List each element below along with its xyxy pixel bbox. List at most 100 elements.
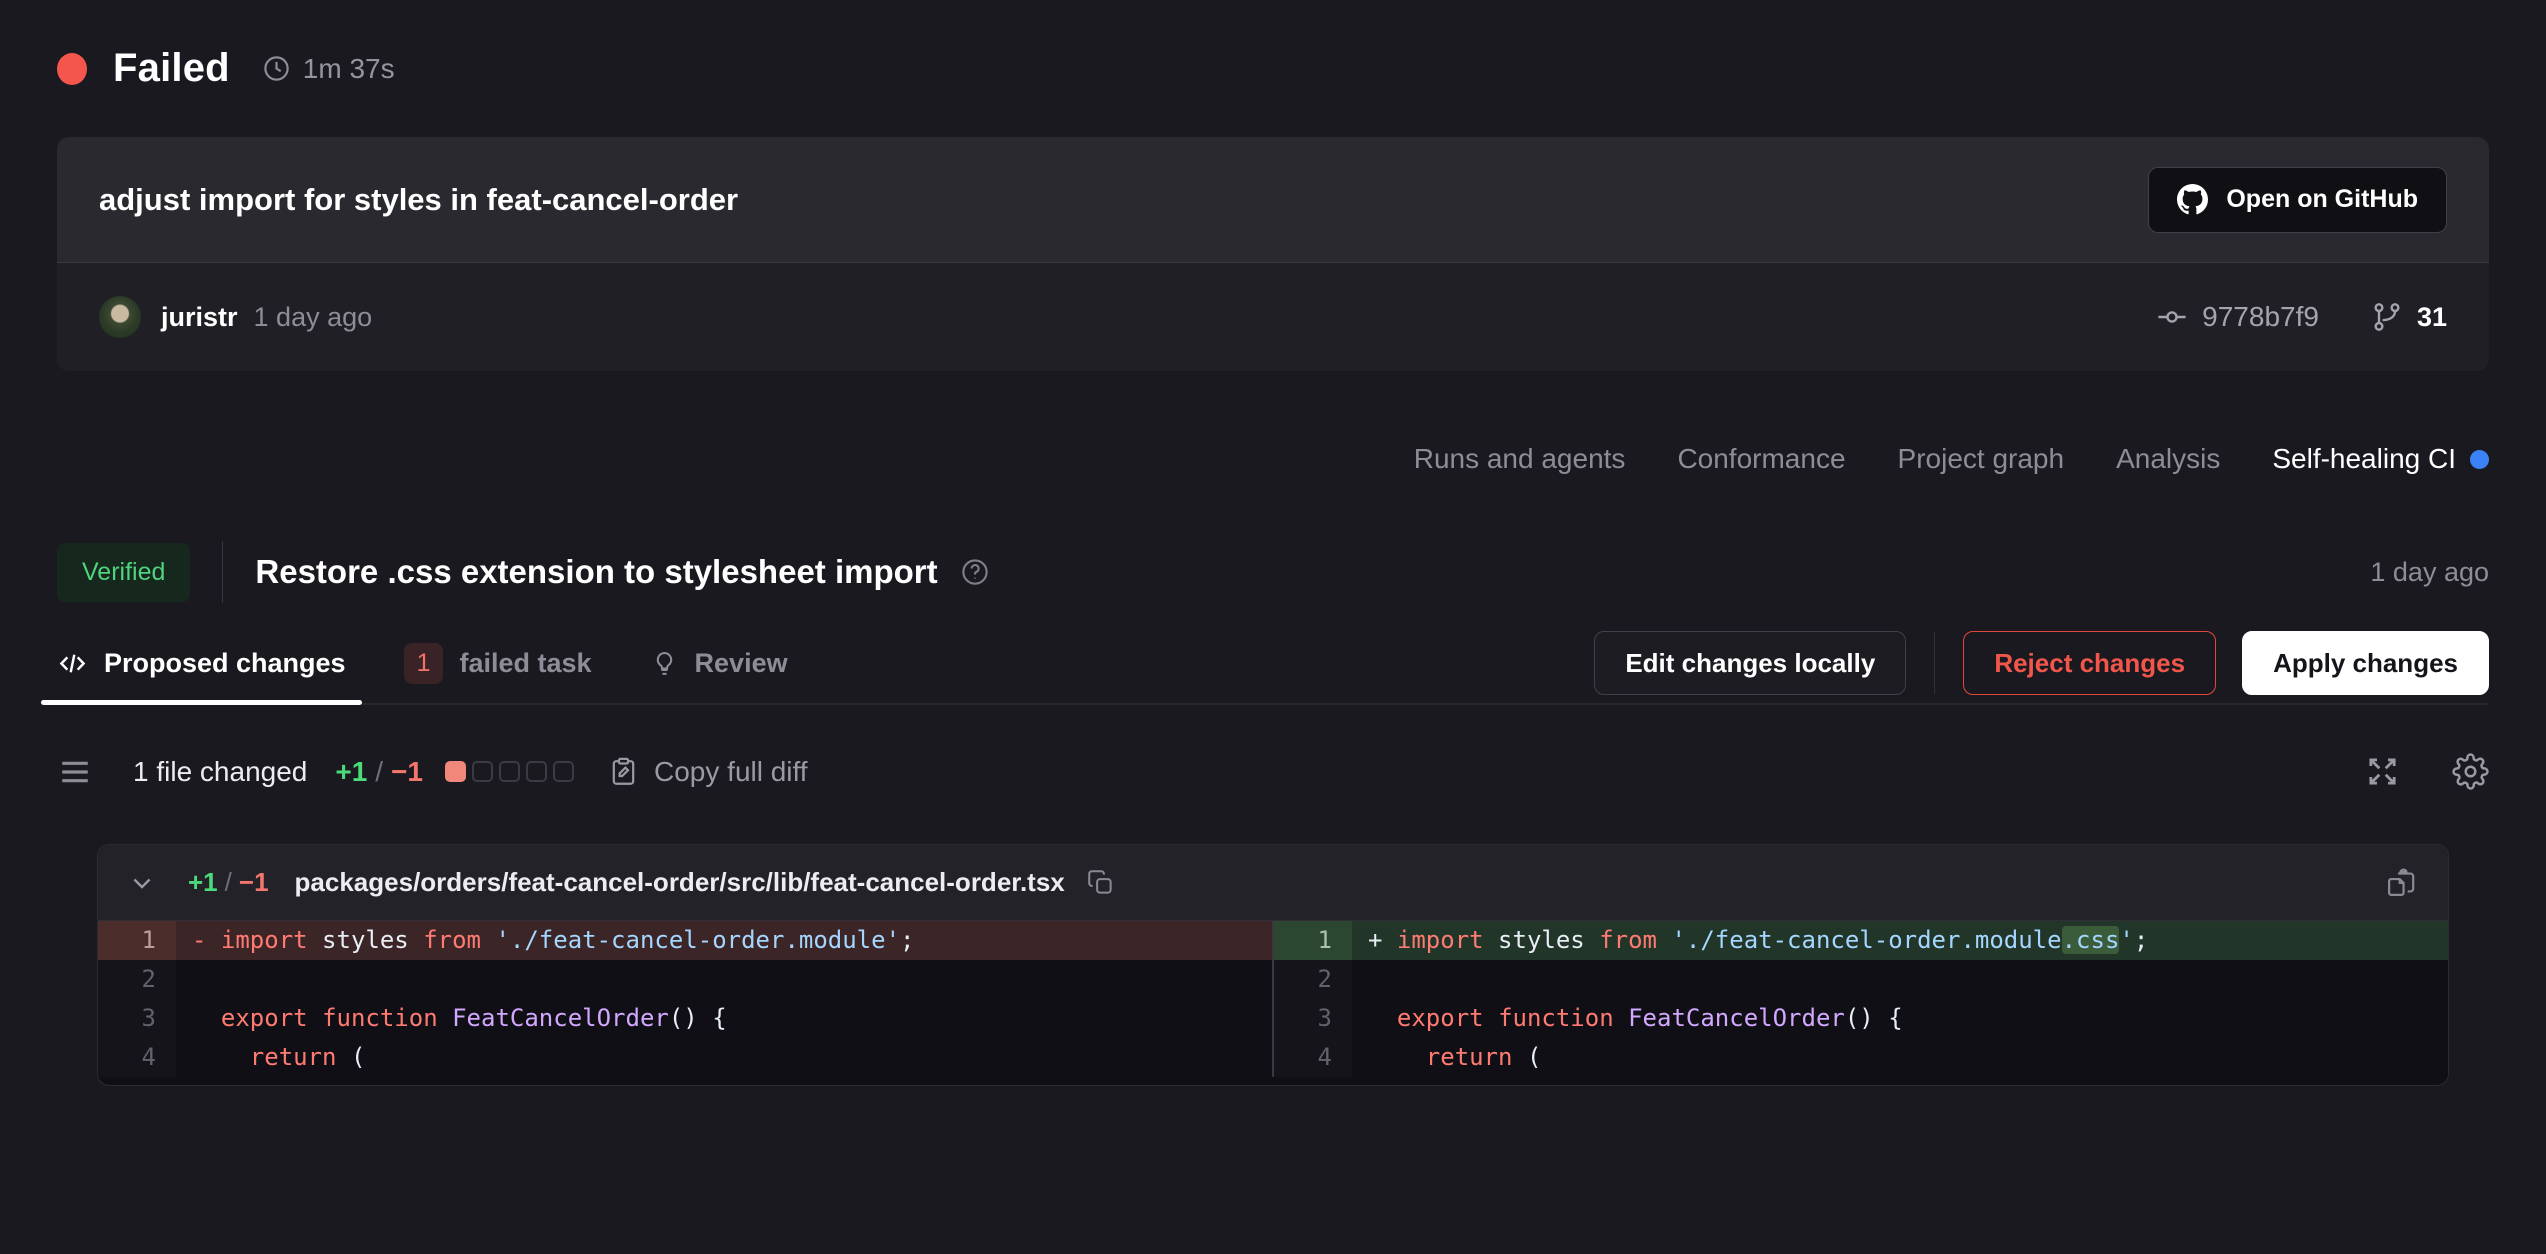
fix-row: Verified Restore .css extension to style… <box>57 541 2489 603</box>
verified-badge: Verified <box>57 543 190 602</box>
expand-icon[interactable] <box>2365 754 2400 789</box>
tabs: Proposed changes 1 failed task Review <box>57 623 788 703</box>
diff-file-header: +1 / −1 packages/orders/feat-cancel-orde… <box>98 845 2448 921</box>
code-line-right-1: 1+ import styles from './feat-cancel-ord… <box>1274 921 2448 960</box>
author-name: juristr <box>161 302 238 333</box>
code-text: return ( <box>176 1038 1272 1077</box>
lightbulb-icon <box>650 649 679 678</box>
action-buttons: Edit changes locally Reject changes Appl… <box>1594 631 2489 695</box>
notification-dot <box>2470 450 2489 469</box>
nav-item-conformance[interactable]: Conformance <box>1677 443 1845 475</box>
line-number: 4 <box>1274 1038 1352 1077</box>
commit-title: adjust import for styles in feat-cancel-… <box>99 182 738 218</box>
diff-panel: +1 / −1 packages/orders/feat-cancel-orde… <box>97 844 2449 1086</box>
diff-stat-squares <box>445 761 574 782</box>
code-text: return ( <box>1352 1038 2448 1077</box>
code-line-right-3: 3 export function FeatCancelOrder() { <box>1274 999 2448 1038</box>
code-line-left-2: 2 <box>98 960 1272 999</box>
run-duration: 1m 37s <box>303 53 395 85</box>
code-line-right-4: 4 return ( <box>1274 1038 2448 1077</box>
code-text: export function FeatCancelOrder() { <box>1352 999 2448 1038</box>
diff-toolbar: 1 file changed +1 / −1 Copy full diff <box>57 753 2489 790</box>
line-number: 2 <box>98 960 176 999</box>
clock-icon <box>262 54 291 83</box>
tab-proposed-changes-label: Proposed changes <box>104 648 346 679</box>
status-label: Failed <box>113 46 230 91</box>
stat-square-filled <box>445 761 466 782</box>
code-text: + import styles from './feat-cancel-orde… <box>1352 921 2448 960</box>
git-branch-icon <box>2371 301 2403 333</box>
page: Failed 1m 37s adjust import for styles i… <box>0 0 2546 1254</box>
tab-review-label: Review <box>695 648 788 679</box>
code-line-left-3: 3 export function FeatCancelOrder() { <box>98 999 1272 1038</box>
branch-count-group[interactable]: 31 <box>2371 301 2447 333</box>
diff-pane-right: 1+ import styles from './feat-cancel-ord… <box>1274 921 2448 1077</box>
button-divider <box>1934 632 1935 694</box>
copy-full-diff-label: Copy full diff <box>654 756 808 788</box>
github-button-label: Open on GitHub <box>2226 185 2418 214</box>
additions-count: +1 <box>335 756 367 788</box>
code-text <box>1352 960 2448 999</box>
tab-failed-task-label: failed task <box>459 648 591 679</box>
clipboard-icon <box>608 756 639 787</box>
apply-changes-button[interactable]: Apply changes <box>2242 631 2489 695</box>
chevron-down-icon[interactable] <box>128 869 156 897</box>
vertical-divider <box>222 541 223 603</box>
code-line-left-1: 1- import styles from './feat-cancel-ord… <box>98 921 1272 960</box>
stat-square-empty <box>553 761 574 782</box>
file-list-menu-icon[interactable] <box>57 754 93 790</box>
line-number: 1 <box>1274 921 1352 960</box>
diff-pane-left: 1- import styles from './feat-cancel-ord… <box>98 921 1272 1077</box>
nav-item-runs-and-agents[interactable]: Runs and agents <box>1414 443 1626 475</box>
files-changed-label: 1 file changed <box>133 756 307 788</box>
status-header: Failed 1m 37s <box>57 0 2489 91</box>
file-stat-separator: / <box>225 867 232 898</box>
commit-card-header: adjust import for styles in feat-cancel-… <box>57 137 2489 263</box>
nav-item-self-healing-ci[interactable]: Self-healing CI <box>2272 443 2489 475</box>
file-path: packages/orders/feat-cancel-order/src/li… <box>295 867 1065 898</box>
code-text: - import styles from './feat-cancel-orde… <box>176 921 1272 960</box>
edit-changes-locally-button[interactable]: Edit changes locally <box>1594 631 1906 695</box>
code-line-left-4: 4 return ( <box>98 1038 1272 1077</box>
copy-path-icon[interactable] <box>1087 869 1114 896</box>
code-line-right-2: 2 <box>1274 960 2448 999</box>
reject-changes-button[interactable]: Reject changes <box>1963 631 2216 695</box>
fix-time: 1 day ago <box>2370 557 2489 588</box>
commit-icon <box>2156 301 2188 333</box>
failed-count-badge: 1 <box>404 643 444 684</box>
line-number: 1 <box>98 921 176 960</box>
branch-count: 31 <box>2417 302 2447 333</box>
nav-item-project-graph[interactable]: Project graph <box>1898 443 2065 475</box>
failed-status-dot <box>57 53 87 85</box>
commit-card-meta: juristr 1 day ago 9778b7f9 31 <box>57 263 2489 371</box>
copy-full-diff-button[interactable]: Copy full diff <box>608 756 808 788</box>
top-nav: Runs and agents Conformance Project graph A… <box>57 443 2489 475</box>
open-on-github-button[interactable]: Open on GitHub <box>2148 167 2447 233</box>
commit-sha-group[interactable]: 9778b7f9 <box>2156 301 2319 333</box>
line-number: 3 <box>1274 999 1352 1038</box>
gear-icon[interactable] <box>2452 753 2489 790</box>
authored-time: 1 day ago <box>254 302 373 333</box>
tab-review[interactable]: Review <box>650 623 788 703</box>
file-additions: +1 <box>188 867 218 898</box>
tabs-row: Proposed changes 1 failed task Review Ed… <box>57 623 2489 705</box>
tab-proposed-changes[interactable]: Proposed changes <box>57 623 346 703</box>
avatar <box>99 296 141 338</box>
fix-title: Restore .css extension to stylesheet imp… <box>255 553 937 591</box>
diff-body: 1- import styles from './feat-cancel-ord… <box>98 921 2448 1085</box>
line-number: 3 <box>98 999 176 1038</box>
stat-separator: / <box>375 756 383 788</box>
commit-sha: 9778b7f9 <box>2202 301 2319 333</box>
stat-square-empty <box>499 761 520 782</box>
nav-item-analysis[interactable]: Analysis <box>2116 443 2220 475</box>
stat-square-empty <box>472 761 493 782</box>
file-deletions: −1 <box>239 867 269 898</box>
line-number: 2 <box>1274 960 1352 999</box>
line-number: 4 <box>98 1038 176 1077</box>
tab-failed-task[interactable]: 1 failed task <box>404 623 592 703</box>
github-icon <box>2177 184 2208 215</box>
code-icon <box>57 648 88 679</box>
stat-square-empty <box>526 761 547 782</box>
copy-file-diff-icon[interactable] <box>2385 866 2418 899</box>
help-icon[interactable] <box>960 557 990 587</box>
